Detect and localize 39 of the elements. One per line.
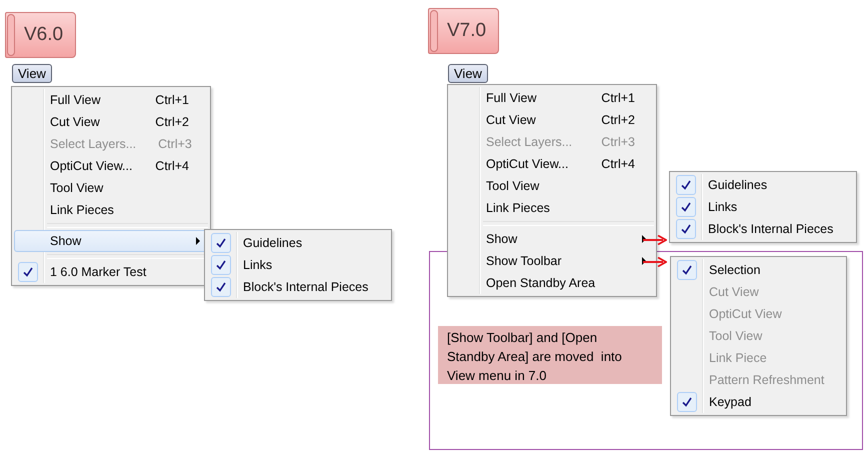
shortcut-label: Ctrl+1 xyxy=(600,91,635,105)
shortcut-label: Ctrl+4 xyxy=(600,157,635,171)
menu-item[interactable]: Show xyxy=(483,232,635,246)
shortcut-label: Ctrl+1 xyxy=(154,93,189,107)
menu-item[interactable]: Selection xyxy=(706,263,825,277)
submenu-arrow-icon xyxy=(196,237,200,245)
menu-item[interactable]: Links xyxy=(705,200,835,214)
menu-item[interactable]: Show xyxy=(47,234,189,248)
menu-item[interactable]: Block's Internal Pieces xyxy=(705,222,835,236)
menu-item[interactable]: Full View xyxy=(483,91,580,105)
menu-item[interactable]: Tool View xyxy=(483,179,635,193)
menu-item[interactable]: Cut View xyxy=(47,115,134,129)
shortcut-label: Ctrl+2 xyxy=(154,115,189,129)
view-menu-button[interactable]: View xyxy=(448,64,488,83)
view-menu-button[interactable]: View xyxy=(12,64,52,83)
menu-item[interactable]: Links xyxy=(240,258,370,272)
shortcut-label: Ctrl+4 xyxy=(154,159,189,173)
menu-item[interactable]: Tool View xyxy=(47,181,189,195)
menu-item[interactable]: Guidelines xyxy=(240,236,370,250)
menu-item[interactable]: OptiCut View... xyxy=(483,157,580,171)
submenu-arrow-icon xyxy=(642,235,646,243)
shortcut-label: Ctrl+3 xyxy=(157,137,192,151)
menu-item[interactable]: Link Pieces xyxy=(483,201,635,215)
menu-item[interactable]: Show Toolbar xyxy=(483,254,635,268)
menu-item[interactable]: 1 6.0 Marker Test xyxy=(47,265,189,279)
menu-item[interactable]: Full View xyxy=(47,93,134,107)
menu-item[interactable]: Open Standby Area xyxy=(483,276,635,290)
menu-item[interactable]: Guidelines xyxy=(705,178,835,192)
menu-item[interactable]: Keypad xyxy=(706,395,825,409)
shortcut-label: Ctrl+3 xyxy=(600,135,635,149)
version-banner: V6.0 xyxy=(5,12,76,58)
note-text: [Show Toolbar] and [Open Standby Area] are moved into View menu in 7.0 xyxy=(438,326,662,384)
submenu-arrow-icon xyxy=(642,257,646,265)
menu-item[interactable]: OptiCut View... xyxy=(47,159,134,173)
shortcut-label: Ctrl+2 xyxy=(600,113,635,127)
menu-item[interactable]: Link Pieces xyxy=(47,203,189,217)
menu-item[interactable]: Cut View xyxy=(483,113,580,127)
menu-item[interactable]: Block's Internal Pieces xyxy=(240,280,370,294)
version-banner: V7.0 xyxy=(428,8,500,54)
